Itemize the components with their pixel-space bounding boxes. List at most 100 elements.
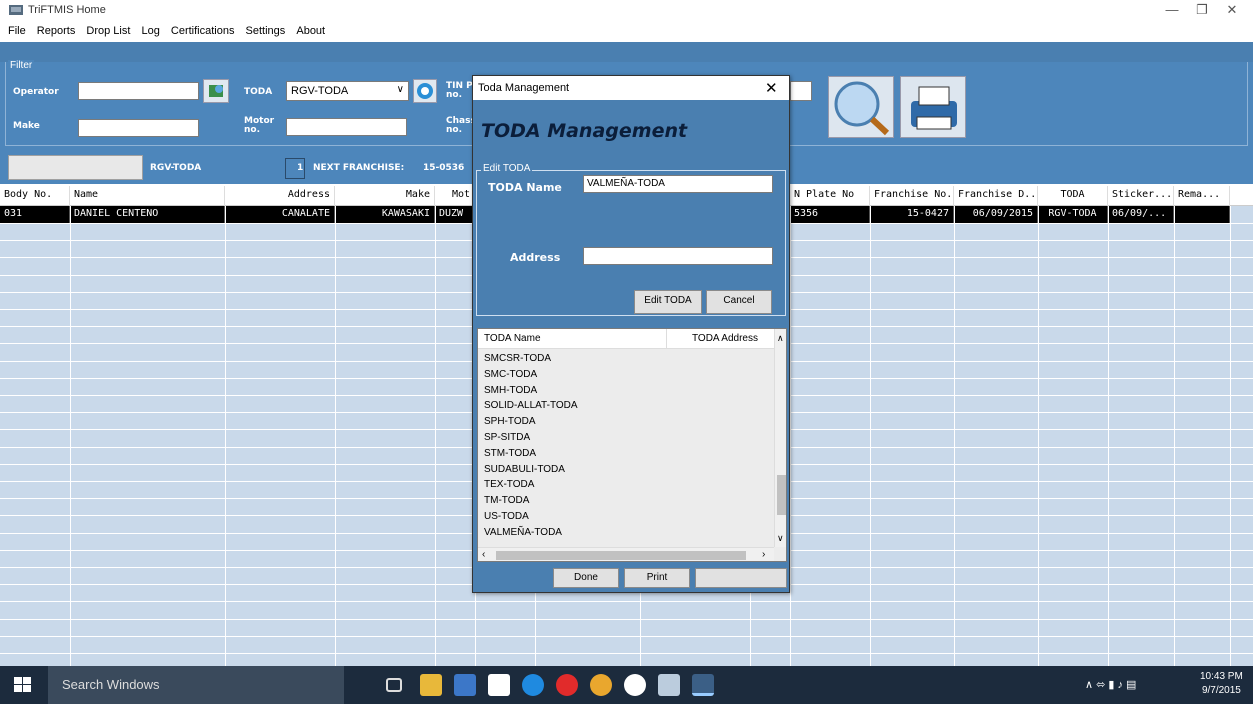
cell-remarks [1174, 206, 1230, 223]
chevron-right-icon[interactable]: › [762, 549, 765, 560]
make-input[interactable] [78, 119, 199, 137]
app-icon [8, 3, 24, 17]
col-address[interactable]: Address [225, 186, 335, 206]
menu-file[interactable]: File [4, 22, 30, 40]
print-button[interactable] [900, 76, 966, 138]
chevron-left-icon[interactable]: ‹ [482, 549, 485, 560]
triftmis-taskbar-icon[interactable] [692, 674, 714, 696]
menu-log[interactable]: Log [137, 22, 163, 40]
col-body-no[interactable]: Body No. [0, 186, 70, 206]
toda-select[interactable]: RGV-TODA ∨ [286, 81, 409, 101]
file-explorer-icon[interactable] [420, 674, 442, 696]
minimize-icon[interactable]: — [1158, 2, 1186, 17]
done-button[interactable]: Done [553, 568, 619, 588]
col-plate-no[interactable]: N Plate No [790, 186, 870, 206]
menu-reports[interactable]: Reports [33, 22, 80, 40]
toolbar-strip [0, 42, 1253, 62]
col-sticker[interactable]: Sticker... [1108, 186, 1174, 206]
list-item[interactable]: TEX-TODA [478, 477, 768, 493]
list-item[interactable]: TM-TODA [478, 493, 768, 509]
col-toda[interactable]: TODA [1038, 186, 1108, 206]
col-remarks[interactable]: Rema... [1174, 186, 1230, 206]
col-franchise-no[interactable]: Franchise No. [870, 186, 954, 206]
grid-col-line [870, 206, 871, 666]
toda-name-input[interactable]: VALMEÑA-TODA [583, 175, 773, 193]
horizontal-scrollbar[interactable]: ‹ › [478, 547, 774, 561]
lookup-operator-button[interactable] [203, 79, 229, 103]
menu-certifications[interactable]: Certifications [167, 22, 239, 40]
scroll-thumb[interactable] [777, 475, 786, 515]
list-item[interactable]: US-TODA [478, 509, 768, 525]
list-item[interactable]: SUDABULI-TODA [478, 462, 768, 478]
cell-name: DANIEL CENTENO [70, 206, 225, 223]
grid-row-line [0, 635, 1253, 637]
cancel-button[interactable]: Cancel [706, 290, 772, 314]
chevron-down-icon[interactable]: ∨ [777, 533, 784, 544]
print-list-button[interactable]: Print [624, 568, 690, 588]
grid-col-line [1230, 206, 1231, 666]
menu-about[interactable]: About [292, 22, 329, 40]
list-item[interactable]: VALMEÑA-TODA [478, 525, 768, 541]
list-item[interactable]: SMH-TODA [478, 383, 768, 399]
windows-start-icon[interactable] [14, 677, 32, 693]
list-item[interactable]: SMC-TODA [478, 367, 768, 383]
col-make[interactable]: Make [335, 186, 435, 206]
list-item[interactable]: SMCSR-TODA [478, 351, 768, 367]
toda-list[interactable]: TODA Name TODA Address SMCSR-TODA SMC-TO… [477, 328, 787, 562]
operator-input[interactable] [78, 82, 199, 100]
refresh-toda-button[interactable] [413, 79, 437, 103]
chevron-up-icon[interactable]: ∧ [777, 333, 784, 344]
grid-col-line [1174, 206, 1175, 666]
col-franchise-date[interactable]: Franchise D... [954, 186, 1038, 206]
dialog-titlebar: Toda Management ✕ [473, 76, 789, 100]
dialog-heading: TODA Management [481, 120, 688, 142]
system-tray-icons[interactable]: ∧ ⬄ ▮ ♪ ▤ [1085, 678, 1136, 691]
menu-settings[interactable]: Settings [242, 22, 290, 40]
list-item[interactable]: SPH-TODA [478, 414, 768, 430]
chrome-icon[interactable] [590, 674, 612, 696]
info-toda: RGV-TODA [150, 163, 202, 173]
close-icon[interactable]: ✕ [1218, 2, 1246, 18]
cell-address: CANALATE [225, 206, 335, 223]
menu-drop-list[interactable]: Drop List [82, 22, 134, 40]
taskbar-clock[interactable]: 10:43 PM 9/7/2015 [1200, 670, 1243, 698]
map-icon [209, 85, 223, 97]
hscroll-thumb[interactable] [496, 551, 746, 560]
list-col-toda-address[interactable]: TODA Address [692, 333, 758, 344]
list-item[interactable]: STM-TODA [478, 446, 768, 462]
store-icon[interactable] [488, 674, 510, 696]
taskbar-search[interactable]: Search Windows [48, 666, 344, 704]
list-item[interactable]: SP-SITDA [478, 430, 768, 446]
list-item[interactable]: SOLID-ALLAT-TODA [478, 398, 768, 414]
address-input[interactable] [583, 247, 773, 265]
col-name[interactable]: Name [70, 186, 225, 206]
task-app-icon[interactable] [624, 674, 646, 696]
clock-date: 9/7/2015 [1201, 685, 1241, 696]
refresh-icon [417, 83, 433, 99]
close-icon[interactable]: ✕ [765, 79, 778, 97]
toda-select-value: RGV-TODA [291, 85, 349, 97]
task-view-icon[interactable] [386, 678, 402, 692]
motor-label-suffix: no. [244, 125, 261, 135]
grid-row-line [0, 618, 1253, 620]
tin-input[interactable] [790, 81, 812, 101]
cell-sticker: 06/09/... [1108, 206, 1174, 223]
cell-franchise-date: 06/09/2015 [954, 206, 1038, 223]
motor-input[interactable] [286, 118, 407, 136]
edge-icon[interactable] [522, 674, 544, 696]
media-player-icon[interactable] [454, 674, 476, 696]
edit-toda-button[interactable]: Edit TODA [634, 290, 702, 314]
list-col-toda-name[interactable]: TODA Name [484, 333, 541, 344]
grid-col-line [435, 206, 436, 666]
app-window-icon[interactable] [658, 674, 680, 696]
restore-icon[interactable]: ❐ [1188, 2, 1216, 18]
cell-toda: RGV-TODA [1038, 206, 1108, 223]
cell-body-no: 031 [0, 206, 70, 223]
extra-button[interactable] [695, 568, 787, 588]
col-motor[interactable]: Mot [435, 186, 475, 206]
opera-icon[interactable] [556, 674, 578, 696]
grid-col-line [1038, 206, 1039, 666]
make-label: Make [13, 121, 40, 131]
search-button[interactable] [828, 76, 894, 138]
vertical-scrollbar[interactable]: ∧ ∨ [774, 329, 786, 547]
